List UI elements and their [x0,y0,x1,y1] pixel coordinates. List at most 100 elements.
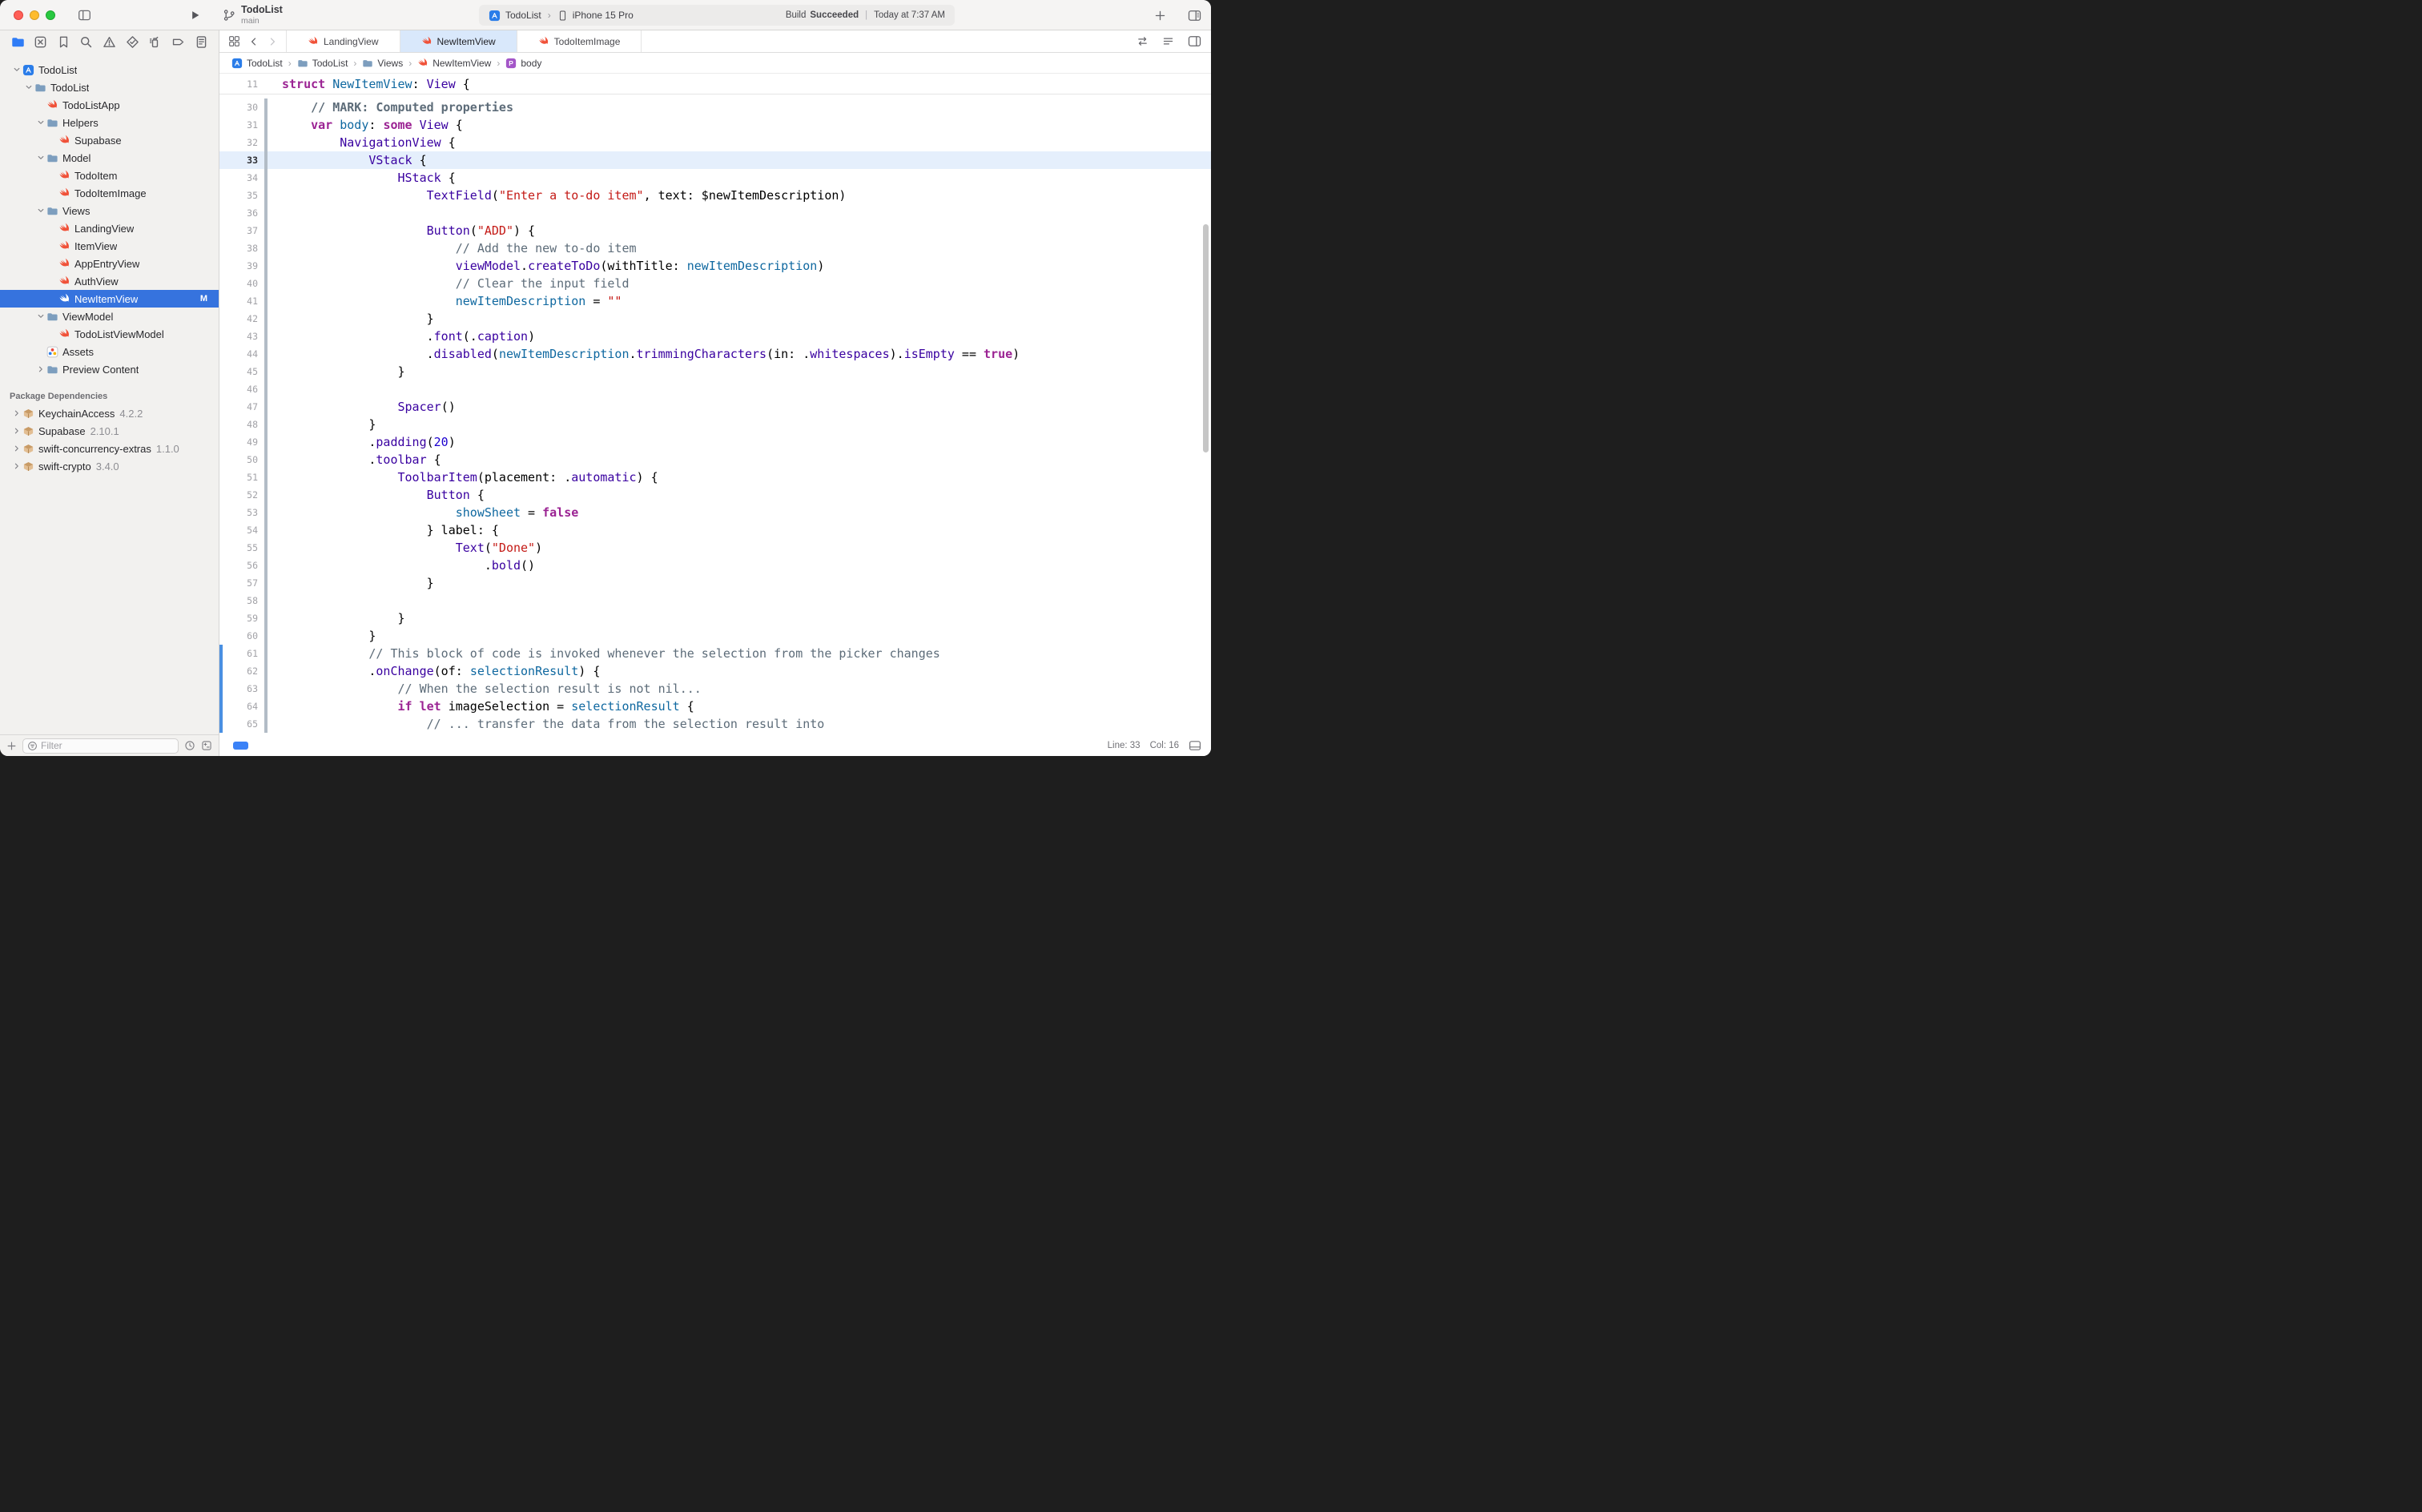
line-number[interactable]: 64 [219,701,258,712]
sidebar-item-landingview[interactable]: LandingView [0,219,219,237]
minimize-window-button[interactable] [30,10,39,20]
code-line-37[interactable]: 37 Button("ADD") { [219,222,1211,239]
disclosure-chevron-right-icon[interactable] [11,462,22,470]
line-number[interactable]: 51 [219,472,258,483]
disclosure-chevron-down-icon[interactable] [35,207,46,215]
toggle-inspector-icon[interactable] [1188,34,1201,48]
code-line-33[interactable]: 33 VStack { [219,151,1211,169]
code-line-53[interactable]: 53 showSheet = false [219,504,1211,521]
sidebar-item-authview[interactable]: AuthView [0,272,219,290]
test-navigator-icon[interactable] [125,35,139,50]
line-number[interactable]: 30 [219,102,258,113]
sidebar-item-viewmodel[interactable]: ViewModel [0,308,219,325]
line-number[interactable]: 62 [219,666,258,677]
code-line-59[interactable]: 59 } [219,609,1211,627]
library-add-button[interactable] [1154,10,1166,22]
disclosure-chevron-right-icon[interactable] [11,427,22,435]
line-number[interactable]: 57 [219,577,258,589]
line-number[interactable]: 41 [219,296,258,307]
line-number[interactable]: 60 [219,630,258,641]
sidebar-item-itemview[interactable]: ItemView [0,237,219,255]
sidebar-item-todolistviewmodel[interactable]: TodoListViewModel [0,325,219,343]
issue-navigator-icon[interactable] [103,35,117,50]
close-window-button[interactable] [14,10,23,20]
sidebar-item-todolist[interactable]: TodoList [0,78,219,96]
disclosure-chevron-down-icon[interactable] [35,119,46,127]
disclosure-chevron-right-icon[interactable] [35,365,46,373]
editor-bottom-indicator[interactable] [233,742,248,750]
code-line-60[interactable]: 60 } [219,627,1211,645]
line-number[interactable]: 35 [219,190,258,201]
line-number[interactable]: 34 [219,172,258,183]
breadcrumb-todolist[interactable]: TodoList [231,58,283,69]
code-line-46[interactable]: 46 [219,380,1211,398]
bookmark-navigator-icon[interactable] [56,35,70,50]
tab-newitemview[interactable]: NewItemView [400,30,517,52]
code-line-62[interactable]: 62 .onChange(of: selectionResult) { [219,662,1211,680]
scm-status-filter-icon[interactable] [201,740,212,751]
package-item-supabase[interactable]: Supabase2.10.1 [0,422,219,440]
add-file-icon[interactable] [6,741,17,751]
code-line-48[interactable]: 48 } [219,416,1211,433]
package-item-keychainaccess[interactable]: KeychainAccess4.2.2 [0,404,219,422]
code-line-41[interactable]: 41 newItemDescription = "" [219,292,1211,310]
line-number[interactable]: 53 [219,507,258,518]
sidebar-item-preview-content[interactable]: Preview Content [0,360,219,378]
tab-todoitemimage[interactable]: TodoItemImage [517,30,642,52]
sidebar-item-todolistapp[interactable]: TodoListApp [0,96,219,114]
code-line-32[interactable]: 32 NavigationView { [219,134,1211,151]
code-line-36[interactable]: 36 [219,204,1211,222]
line-number[interactable]: 50 [219,454,258,465]
line-number[interactable]: 40 [219,278,258,289]
code-line-54[interactable]: 54 } label: { [219,521,1211,539]
breakpoint-navigator-icon[interactable] [171,35,185,50]
code-line-34[interactable]: 34 HStack { [219,169,1211,187]
sidebar-item-todoitem[interactable]: TodoItem [0,167,219,184]
swap-editor-icon[interactable] [1137,35,1149,47]
line-number[interactable]: 52 [219,489,258,501]
line-number[interactable]: 58 [219,595,258,606]
recent-files-filter-icon[interactable] [184,740,195,751]
code-line-49[interactable]: 49 .padding(20) [219,433,1211,451]
sidebar-item-views[interactable]: Views [0,202,219,219]
code-line-63[interactable]: 63 // When the selection result is not n… [219,680,1211,698]
code-line-31[interactable]: 31 var body: some View { [219,116,1211,134]
project-navigator-icon[interactable] [10,35,25,50]
code-line-52[interactable]: 52 Button { [219,486,1211,504]
line-number[interactable]: 55 [219,542,258,553]
source-control-navigator-icon[interactable] [34,35,48,50]
sidebar-item-newitemview[interactable]: NewItemViewM [0,290,219,308]
disclosure-chevron-down-icon[interactable] [11,66,22,74]
disclosure-chevron-right-icon[interactable] [11,444,22,452]
zoom-window-button[interactable] [46,10,55,20]
sidebar-item-todolist[interactable]: TodoList [0,61,219,78]
line-number[interactable]: 45 [219,366,258,377]
breadcrumb-views[interactable]: Views [362,58,403,69]
code-line-51[interactable]: 51 ToolbarItem(placement: .automatic) { [219,468,1211,486]
change-indicator-strip[interactable] [219,645,223,733]
sidebar-item-helpers[interactable]: Helpers [0,114,219,131]
scheme-selector[interactable]: TodoList › iPhone 15 Pro [489,10,634,22]
code-line-45[interactable]: 45 } [219,363,1211,380]
sidebar-item-assets[interactable]: Assets [0,343,219,360]
line-number[interactable]: 33 [219,155,258,166]
line-number[interactable]: 63 [219,683,258,694]
line-number[interactable]: 39 [219,260,258,271]
code-line-50[interactable]: 50 .toolbar { [219,451,1211,468]
disclosure-chevron-right-icon[interactable] [11,409,22,417]
line-number[interactable]: 31 [219,119,258,131]
line-number[interactable]: 32 [219,137,258,148]
line-number[interactable]: 59 [219,613,258,624]
sidebar-item-model[interactable]: Model [0,149,219,167]
run-button[interactable] [190,10,201,21]
toggle-debug-area-icon[interactable] [1189,739,1201,752]
sidebar-item-appentryview[interactable]: AppEntryView [0,255,219,272]
go-forward-icon[interactable] [268,37,277,46]
line-number[interactable]: 49 [219,436,258,448]
breadcrumb-newitemview[interactable]: NewItemView [417,58,491,69]
code-line-64[interactable]: 64 if let imageSelection = selectionResu… [219,698,1211,715]
go-back-icon[interactable] [249,37,259,46]
debug-navigator-icon[interactable] [148,35,163,50]
code-line-35[interactable]: 35 TextField("Enter a to-do item", text:… [219,187,1211,204]
related-items-icon[interactable] [228,35,240,47]
